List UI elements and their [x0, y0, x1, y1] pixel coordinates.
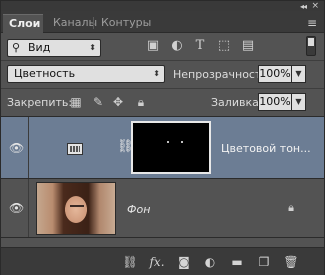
opacity-label: Непрозрачность: — [173, 68, 272, 81]
new-layer-icon[interactable]: ❐ — [256, 255, 272, 269]
bottom-toolbar: ⛓︎ fx. ◙ ◐ ▬ ❐ 🗑︎ — [1, 247, 324, 275]
adjustment-filter-icon[interactable]: ◐ — [170, 39, 184, 53]
kind-filter-select[interactable]: ⚲ Вид ⬍ — [7, 39, 101, 57]
panel-menu-icon[interactable]: ≡ — [307, 16, 317, 30]
mask-dot — [167, 141, 169, 143]
fill-field[interactable]: 100% — [258, 93, 292, 111]
divider — [1, 88, 324, 89]
search-icon: ⚲ — [12, 41, 21, 54]
updown-arrow-icon: ⬍ — [153, 69, 160, 78]
layers-panel: ◂◂ × Слои Каналы Контуры ≡ ⚲ Вид ⬍ ▣ ◐ T… — [0, 0, 325, 275]
mask-dot — [181, 141, 183, 143]
collapse-icon[interactable]: ◂◂ — [300, 2, 307, 11]
kind-filter-label: Вид — [28, 41, 51, 54]
smart-object-filter-icon[interactable]: ▤ — [241, 39, 255, 53]
link-icon[interactable]: ⛓︎ — [122, 255, 138, 269]
blend-mode-value: Цветность — [14, 67, 76, 80]
updown-arrow-icon: ⬍ — [89, 43, 96, 52]
trash-icon[interactable]: 🗑︎ — [283, 255, 299, 269]
filter-toggle[interactable] — [306, 36, 316, 56]
mask-icon[interactable]: ◙ — [176, 255, 192, 269]
close-icon[interactable]: × — [311, 1, 319, 11]
tab-separator — [93, 17, 94, 29]
adjustment-icon[interactable]: ◐ — [202, 255, 218, 269]
folder-icon[interactable]: ▬ — [229, 255, 245, 269]
lock-position-icon[interactable]: ✥ — [111, 95, 125, 109]
lock-icon: 🔒︎ — [288, 201, 294, 214]
lock-brush-icon[interactable]: ✎ — [91, 95, 105, 109]
layer-row-adjustment[interactable]: 👁︎ ⛓︎ Цветовой тон... — [1, 116, 324, 179]
eye-icon[interactable]: 👁︎ — [9, 201, 24, 215]
image-filter-icon[interactable]: ▣ — [146, 39, 160, 53]
panel-top-strip: ◂◂ × — [1, 1, 324, 11]
tab-bar: Слои Каналы Контуры ≡ — [1, 11, 324, 33]
tab-paths[interactable]: Контуры — [95, 14, 157, 33]
fx-icon[interactable]: fx. — [149, 255, 165, 269]
adjustment-layer-icon — [67, 143, 83, 155]
lock-pixels-icon[interactable]: ▦ — [69, 95, 83, 109]
lock-label: Закрепить: — [7, 96, 73, 109]
layer-name[interactable]: Фон — [127, 203, 150, 216]
visibility-column: 👁︎ — [1, 117, 29, 178]
lock-all-icon[interactable]: 🔒︎ — [134, 95, 148, 109]
blend-mode-select[interactable]: Цветность ⬍ — [7, 65, 165, 83]
toggle-knob — [308, 38, 314, 46]
tab-layers[interactable]: Слои — [3, 14, 43, 33]
divider — [1, 60, 324, 61]
type-filter-icon[interactable]: T — [193, 39, 207, 53]
shape-filter-icon[interactable]: ⬚ — [217, 39, 231, 53]
eye-icon[interactable]: 👁︎ — [9, 141, 24, 155]
fill-dropdown-arrow[interactable]: ▼ — [292, 93, 306, 111]
opacity-dropdown-arrow[interactable]: ▼ — [292, 65, 306, 83]
opacity-field[interactable]: 100% — [258, 65, 292, 83]
layer-row-background[interactable]: 👁︎ Фон 🔒︎ — [1, 179, 324, 238]
visibility-column: 👁︎ — [1, 179, 29, 237]
fill-label: Заливка: — [211, 96, 263, 109]
layer-name[interactable]: Цветовой тон... — [221, 142, 311, 155]
layer-mask-thumbnail[interactable] — [131, 121, 211, 174]
layer-thumbnail-photo — [36, 182, 116, 235]
